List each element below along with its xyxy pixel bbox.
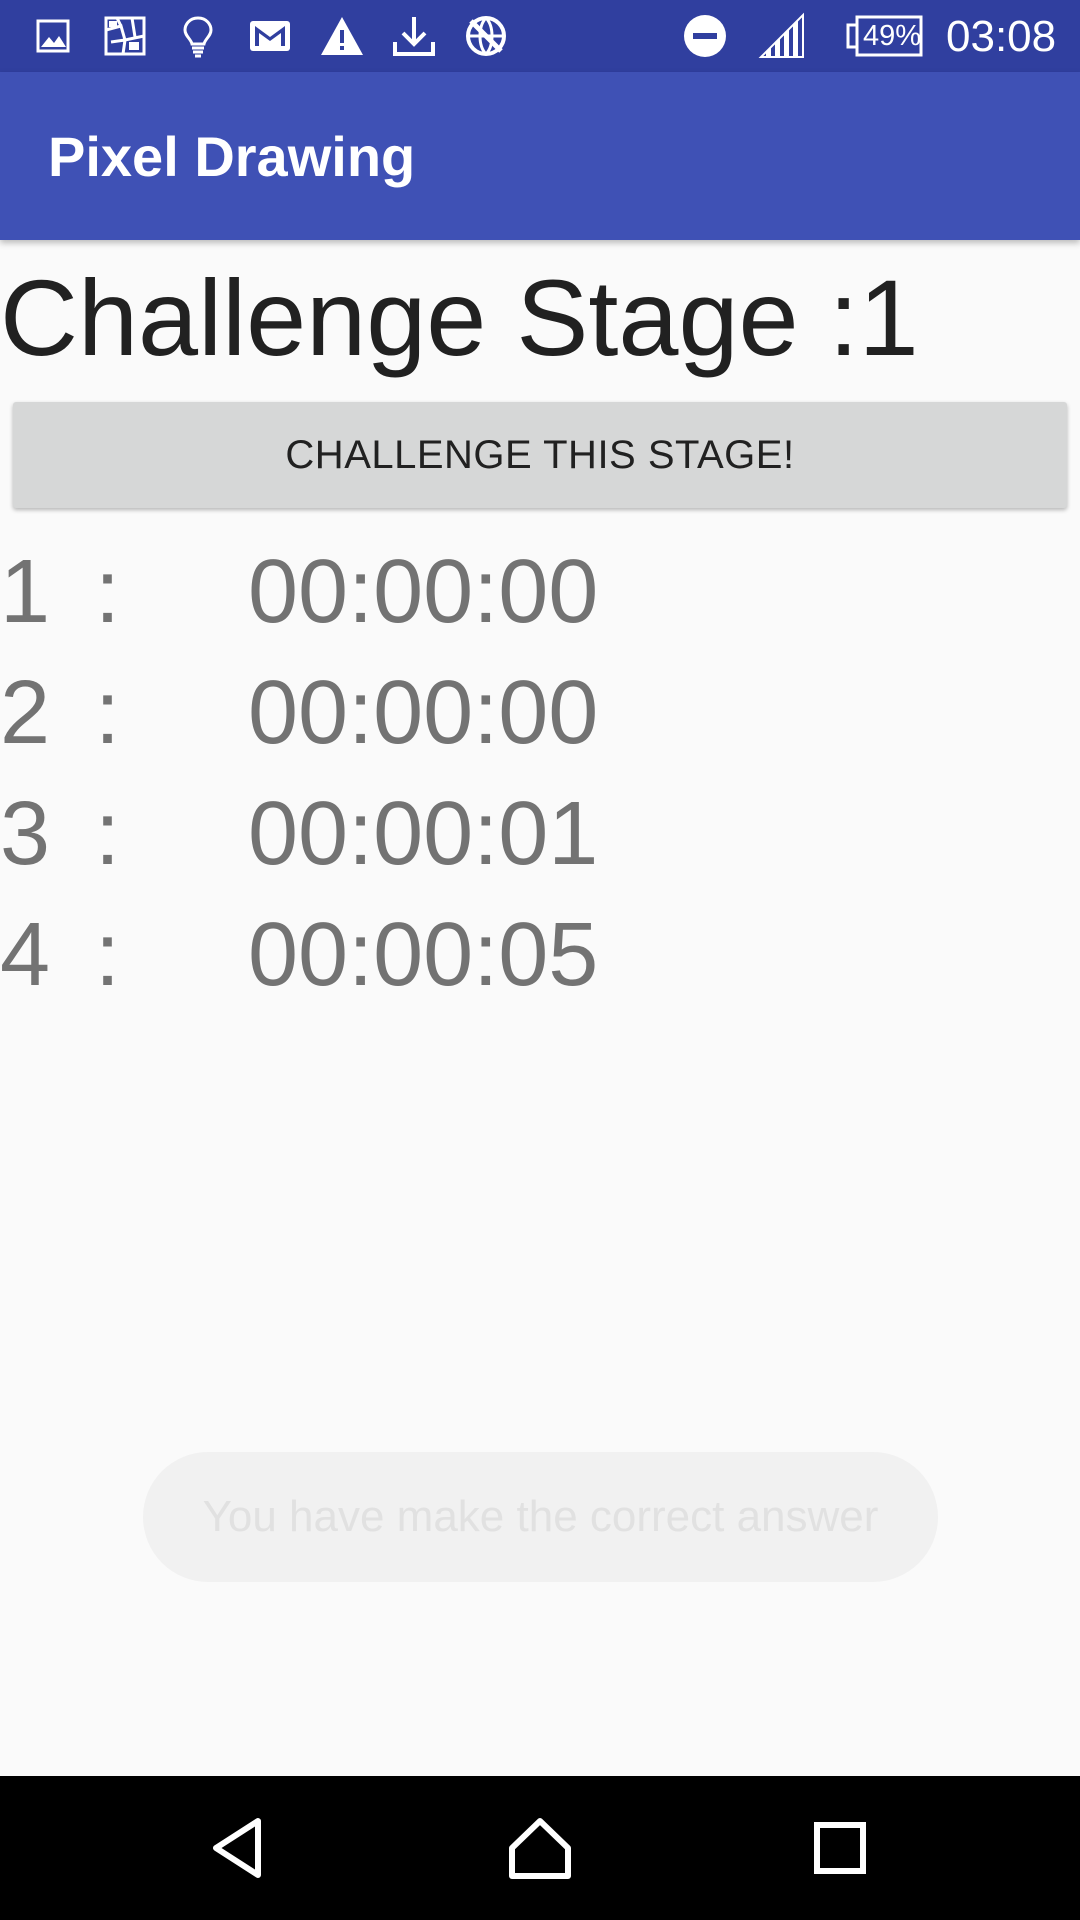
toast-message: You have make the correct answer xyxy=(143,1452,938,1582)
status-bar: 49% 03:08 xyxy=(0,0,1080,72)
navigation-bar xyxy=(0,1776,1080,1920)
battery-level: 49% xyxy=(862,20,922,52)
time-separator: : xyxy=(95,663,121,763)
time-list: 1 : 00:00:00 2 : 00:00:00 3 : 00:00:01 4… xyxy=(0,532,700,1016)
time-separator: : xyxy=(95,905,121,1005)
time-value: 00:00:05 xyxy=(248,905,599,1005)
app-title: Pixel Drawing xyxy=(48,125,416,188)
time-row: 3 : 00:00:01 xyxy=(0,774,700,895)
time-rank: 1 xyxy=(0,542,51,642)
battery-indicator: 49% xyxy=(846,14,924,58)
time-value: 00:00:01 xyxy=(248,784,599,884)
status-clock: 03:08 xyxy=(946,12,1057,61)
time-rank: 2 xyxy=(0,663,51,763)
app-bar: Pixel Drawing xyxy=(0,72,1080,240)
time-rank: 3 xyxy=(0,784,51,884)
time-separator: : xyxy=(95,542,121,642)
download-icon xyxy=(390,12,438,60)
time-row: 4 : 00:00:05 xyxy=(0,895,700,1016)
pattern-icon xyxy=(101,12,149,60)
gmail-icon xyxy=(246,12,294,60)
time-row: 2 : 00:00:00 xyxy=(0,653,700,774)
home-icon[interactable] xyxy=(504,1812,576,1884)
do-not-disturb-icon xyxy=(681,12,729,60)
time-row: 1 : 00:00:00 xyxy=(0,532,700,653)
no-network-icon xyxy=(462,12,510,60)
image-icon xyxy=(30,12,78,60)
stage-title: Challenge Stage :1 xyxy=(0,257,919,378)
time-rank: 4 xyxy=(0,905,51,1005)
lightbulb-icon xyxy=(174,12,222,60)
warning-icon xyxy=(318,12,366,60)
recents-icon[interactable] xyxy=(804,1812,876,1884)
time-value: 00:00:00 xyxy=(248,542,599,642)
time-value: 00:00:00 xyxy=(248,663,599,763)
time-separator: : xyxy=(95,784,121,884)
back-icon[interactable] xyxy=(204,1812,276,1884)
challenge-stage-button[interactable]: CHALLENGE THIS STAGE! xyxy=(13,402,1067,508)
signal-icon xyxy=(758,12,806,60)
